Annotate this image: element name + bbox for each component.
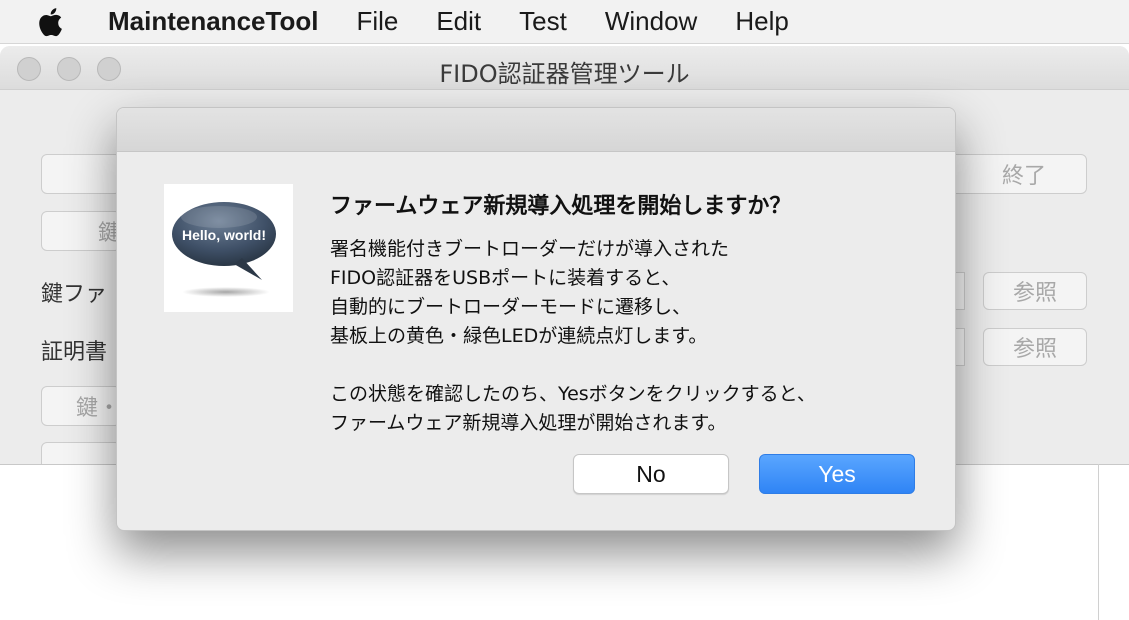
message-line: この状態を確認したのち、Yesボタンをクリックすると、 xyxy=(330,383,816,405)
menu-window[interactable]: Window xyxy=(605,6,697,37)
window-title: FIDO認証器管理ツール xyxy=(439,60,690,88)
message-line: 署名機能付きブートローダーだけが導入された xyxy=(330,238,730,260)
message-line: 基板上の黄色・緑色LEDが連続点灯します。 xyxy=(330,325,708,347)
scrollbar-divider xyxy=(1098,464,1099,620)
icon-text: Hello, world! xyxy=(182,227,266,243)
dialog-header xyxy=(117,108,955,152)
menu-edit[interactable]: Edit xyxy=(436,6,481,37)
key-file-label: 鍵ファ xyxy=(41,282,108,307)
yes-button[interactable]: Yes xyxy=(759,454,915,494)
message-line: FIDO認証器をUSBポートに装着すると、 xyxy=(330,267,681,289)
window-titlebar: FIDO認証器管理ツール xyxy=(0,46,1129,90)
confirm-dialog: Hello, world! ファームウェア新規導入処理を開始しますか？ 署名機能… xyxy=(116,107,956,531)
key-cert-install-button[interactable]: 鍵・ xyxy=(41,386,121,426)
no-button[interactable]: No xyxy=(573,454,729,494)
cert-file-label: 証明書 xyxy=(41,340,108,365)
menu-file[interactable]: File xyxy=(356,6,398,37)
hello-world-speech-bubble-icon: Hello, world! xyxy=(164,184,293,312)
menu-app-name[interactable]: MaintenanceTool xyxy=(108,6,318,37)
top-left-button[interactable] xyxy=(41,154,121,194)
browse-key-button[interactable]: 参照 xyxy=(983,272,1087,310)
message-line: 自動的にブートローダーモードに遷移し、 xyxy=(330,296,692,318)
key-button[interactable]: 鍵 xyxy=(41,211,121,251)
quit-button[interactable]: 終了 xyxy=(945,154,1087,194)
browse-cert-button[interactable]: 参照 xyxy=(983,328,1087,366)
dialog-title: ファームウェア新規導入処理を開始しますか？ xyxy=(330,194,792,219)
menu-bar: MaintenanceTool File Edit Test Window He… xyxy=(0,0,1129,44)
message-line: ファームウェア新規導入処理が開始されます。 xyxy=(330,412,727,434)
dialog-message: 署名機能付きブートローダーだけが導入された FIDO認証器をUSBポートに装着す… xyxy=(330,235,816,438)
apple-logo-icon[interactable] xyxy=(0,7,100,37)
menu-test[interactable]: Test xyxy=(519,6,567,37)
menu-help[interactable]: Help xyxy=(735,6,788,37)
